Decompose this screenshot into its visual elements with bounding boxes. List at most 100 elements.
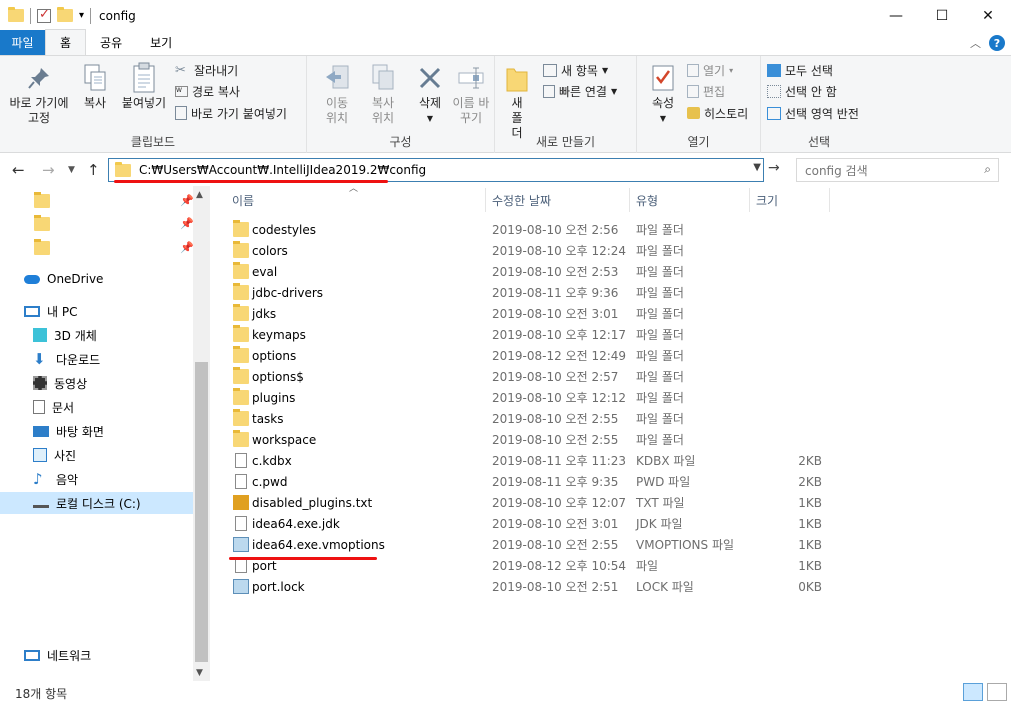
sidebar-item-onedrive[interactable]: OneDrive bbox=[24, 268, 103, 290]
maximize-button[interactable]: ☐ bbox=[919, 0, 965, 31]
clipboard-group: 바로 가기에 고정 복사 붙여넣기 ✂ 잘라내기 W 경로 복사 바로 가기 붙… bbox=[0, 56, 307, 153]
pin-icon[interactable]: 📌 bbox=[180, 194, 194, 207]
address-path[interactable]: C:₩Users₩Account₩.IntelliJIdea2019.2₩con… bbox=[139, 163, 426, 177]
pin-quick-access-button[interactable]: 바로 가기에 고정 bbox=[6, 62, 72, 126]
paste-shortcut-button[interactable]: 바로 가기 붙여넣기 bbox=[175, 103, 287, 123]
sidebar-item-label: 다운로드 bbox=[56, 352, 101, 367]
copy-button[interactable]: 복사 bbox=[76, 62, 114, 111]
file-date: 2019-08-10 오전 3:01 bbox=[492, 307, 619, 321]
quick-access-toolbar: ▾ bbox=[0, 7, 92, 24]
refresh-icon[interactable]: → bbox=[768, 160, 780, 176]
file-name: eval bbox=[252, 264, 278, 279]
scrollbar-thumb[interactable] bbox=[195, 362, 208, 662]
folder-icon bbox=[8, 7, 24, 22]
customize-toolbar-icon[interactable]: ▾ bbox=[79, 10, 84, 21]
help-icon[interactable]: ? bbox=[989, 35, 1005, 51]
folder-icon bbox=[34, 192, 50, 208]
sidebar-item-label: 음악 bbox=[56, 472, 79, 487]
rename-button[interactable]: 이름 바꾸기 bbox=[451, 62, 491, 126]
sidebar-item-3d-objects[interactable]: 3D 개체 bbox=[33, 324, 97, 346]
back-arrow-icon[interactable]: ← bbox=[12, 161, 25, 179]
file-size: 2KB bbox=[798, 453, 822, 468]
sidebar-item-this-pc[interactable]: 내 PC bbox=[24, 300, 77, 322]
new-item-button[interactable]: 새 항목 ▼ bbox=[543, 60, 608, 80]
file-row[interactable]: colors 2019-08-10 오후 12:24 파일 폴더 bbox=[228, 240, 848, 261]
chevron-down-icon[interactable]: ▼ bbox=[753, 162, 761, 173]
nav-scrollbar[interactable]: ▲ ▼ bbox=[193, 186, 210, 681]
sidebar-item-documents[interactable]: 문서 bbox=[33, 396, 74, 418]
sidebar-item-network[interactable]: 네트워크 bbox=[24, 644, 91, 666]
tab-home[interactable]: 홈 bbox=[45, 29, 87, 55]
file-row[interactable]: idea64.exe.jdk 2019-08-10 오전 3:01 JDK 파일 1K… bbox=[228, 513, 848, 534]
select-all-button[interactable]: 모두 선택 bbox=[767, 60, 833, 80]
new-folder-button[interactable]: 새 폴더 bbox=[501, 62, 533, 141]
delete-button[interactable]: 삭제 ▼ bbox=[413, 62, 447, 126]
recent-locations-icon[interactable]: ▼ bbox=[68, 165, 75, 175]
separator bbox=[30, 7, 31, 24]
file-row[interactable]: jdks 2019-08-10 오전 3:01 파일 폴더 bbox=[228, 303, 848, 324]
collapse-ribbon-icon[interactable]: ︿ bbox=[970, 35, 981, 51]
sidebar-item-desktop[interactable]: 바탕 화면 bbox=[33, 420, 104, 442]
close-button[interactable]: ✕ bbox=[965, 0, 1011, 31]
column-header-name[interactable]: 이름 bbox=[226, 188, 486, 212]
file-row[interactable]: eval 2019-08-10 오전 2:53 파일 폴더 bbox=[228, 261, 848, 282]
copy-to-button[interactable]: 복사 위치 bbox=[361, 62, 405, 126]
paste-button[interactable]: 붙여넣기 bbox=[118, 62, 170, 111]
large-icons-view-button[interactable] bbox=[987, 683, 1007, 701]
cut-button[interactable]: ✂ 잘라내기 bbox=[175, 60, 238, 80]
pin-icon[interactable]: 📌 bbox=[180, 217, 194, 230]
file-row[interactable]: idea64.exe.vmoptions 2019-08-10 오전 2:55 VM… bbox=[228, 534, 848, 555]
quick-access-item[interactable] bbox=[34, 190, 57, 212]
file-row[interactable]: workspace 2019-08-10 오전 2:55 파일 폴더 bbox=[228, 429, 848, 450]
forward-arrow-icon[interactable]: → bbox=[42, 161, 55, 179]
file-row[interactable]: keymaps 2019-08-10 오후 12:17 파일 폴더 bbox=[228, 324, 848, 345]
new-folder-quick-icon[interactable] bbox=[57, 7, 73, 22]
tab-file[interactable]: 파일 bbox=[0, 30, 45, 55]
new-item-icon bbox=[543, 63, 557, 77]
sidebar-item-downloads[interactable]: ⬇ 다운로드 bbox=[33, 348, 100, 370]
sidebar-item-pictures[interactable]: 사진 bbox=[33, 444, 76, 466]
details-view-button[interactable] bbox=[963, 683, 983, 701]
search-input[interactable]: config 검색 ⌕ bbox=[796, 158, 999, 182]
open-button[interactable]: 열기 ▾ bbox=[687, 60, 733, 80]
column-header-type[interactable]: 유형 bbox=[630, 188, 750, 212]
address-bar[interactable]: C:₩Users₩Account₩.IntelliJIdea2019.2₩con… bbox=[108, 158, 764, 182]
properties-quick-icon[interactable] bbox=[37, 7, 51, 23]
file-row[interactable]: jdbc-drivers 2019-08-11 오후 9:36 파일 폴더 bbox=[228, 282, 848, 303]
up-arrow-icon[interactable]: ↑ bbox=[87, 161, 100, 179]
search-icon[interactable]: ⌕ bbox=[984, 162, 991, 177]
column-header-date[interactable]: 수정한 날짜 bbox=[486, 188, 630, 212]
file-row[interactable]: codestyles 2019-08-10 오전 2:56 파일 폴더 bbox=[228, 219, 848, 240]
file-row[interactable]: c.kdbx 2019-08-11 오후 11:23 KDBX 파일 2KB bbox=[228, 450, 848, 471]
scroll-up-icon[interactable]: ▲ bbox=[196, 190, 203, 200]
quick-access-item[interactable] bbox=[34, 213, 57, 235]
copy-path-button[interactable]: W 경로 복사 bbox=[175, 81, 240, 101]
column-header-size[interactable]: 크기 bbox=[750, 188, 830, 212]
file-row[interactable]: port.lock 2019-08-10 오전 2:51 LOCK 파일 0KB bbox=[228, 576, 848, 597]
history-button[interactable]: 히스토리 bbox=[687, 103, 748, 123]
copy-to-label: 복사 위치 bbox=[371, 96, 395, 125]
file-row[interactable]: options 2019-08-12 오전 12:49 파일 폴더 bbox=[228, 345, 848, 366]
sidebar-item-local-disk[interactable]: 로컬 디스크 (C:) bbox=[0, 492, 193, 514]
file-row[interactable]: plugins 2019-08-10 오후 12:12 파일 폴더 bbox=[228, 387, 848, 408]
file-row[interactable]: c.pwd 2019-08-11 오후 9:35 PWD 파일 2KB bbox=[228, 471, 848, 492]
sidebar-item-music[interactable]: ♪ 음악 bbox=[33, 468, 78, 490]
scroll-down-icon[interactable]: ▼ bbox=[196, 668, 203, 678]
file-row[interactable]: options$ 2019-08-10 오전 2:57 파일 폴더 bbox=[228, 366, 848, 387]
properties-button[interactable]: 속성 ▼ bbox=[645, 62, 681, 126]
tab-share[interactable]: 공유 bbox=[86, 30, 136, 55]
file-type: 파일 폴더 bbox=[636, 286, 684, 300]
tab-view[interactable]: 보기 bbox=[136, 30, 186, 55]
move-to-button[interactable]: 이동 위치 bbox=[315, 62, 359, 126]
edit-button[interactable]: 편집 bbox=[687, 81, 725, 101]
address-highlight-underline bbox=[114, 180, 388, 183]
file-row[interactable]: disabled_plugins.txt 2019-08-10 오후 12:07 T… bbox=[228, 492, 848, 513]
easy-access-button[interactable]: 빠른 연결 ▼ bbox=[543, 81, 617, 101]
minimize-button[interactable]: — bbox=[873, 0, 919, 31]
invert-selection-button[interactable]: 선택 영역 반전 bbox=[767, 103, 859, 123]
sidebar-item-videos[interactable]: 동영상 bbox=[33, 372, 87, 394]
quick-access-item[interactable] bbox=[34, 237, 57, 259]
pin-icon[interactable]: 📌 bbox=[180, 241, 194, 254]
file-row[interactable]: tasks 2019-08-10 오전 2:55 파일 폴더 bbox=[228, 408, 848, 429]
select-none-button[interactable]: 선택 안 함 bbox=[767, 81, 837, 101]
